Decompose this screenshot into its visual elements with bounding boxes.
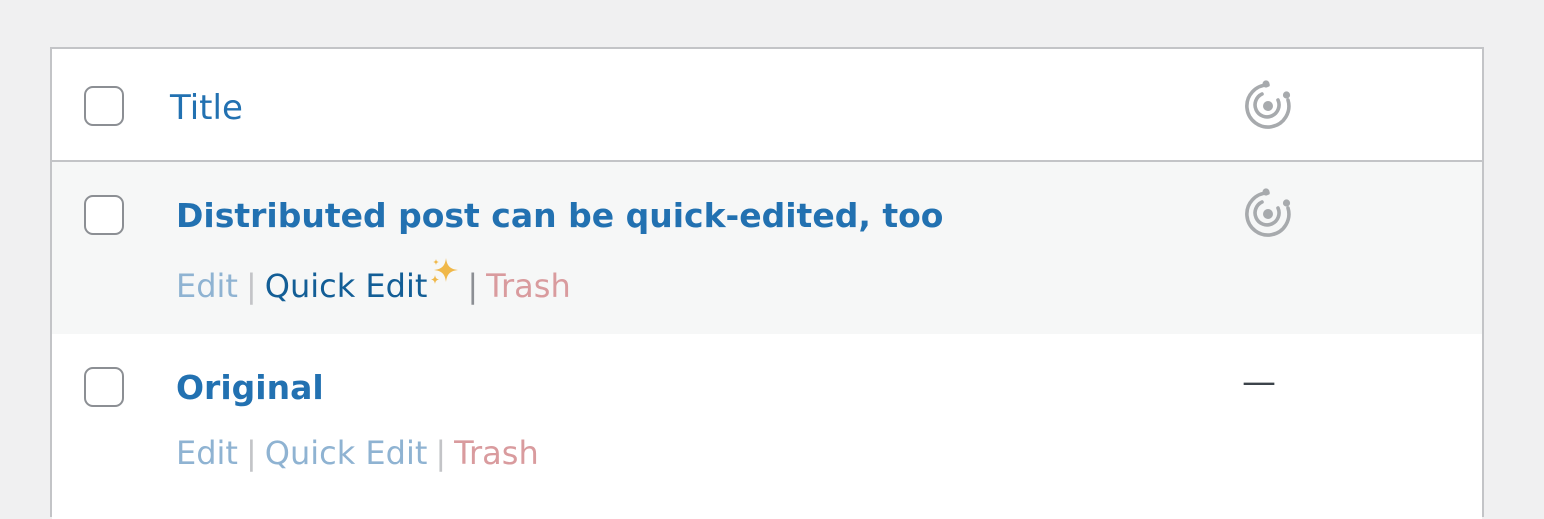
no-distribution-status: — [1242, 362, 1276, 402]
edit-link[interactable]: Edit [176, 267, 238, 305]
sparkles-icon [431, 258, 459, 284]
trash-link[interactable]: Trash [486, 267, 571, 305]
trash-link[interactable]: Trash [454, 434, 539, 472]
table-row: Original Edit | Quick Edit | Trash — [52, 334, 1482, 519]
table-row: Distributed post can be quick-edited, to… [52, 162, 1482, 334]
post-title-link[interactable]: Original [176, 364, 324, 412]
posts-table: Title Distributed post can be quick-edit… [50, 47, 1484, 519]
distributor-orbit-icon [1245, 80, 1291, 129]
action-separator: | [435, 434, 447, 472]
title-column-header[interactable]: Title [170, 84, 243, 132]
quick-edit-link[interactable]: Quick Edit [265, 434, 428, 472]
row-actions: Edit | Quick Edit | Trash [176, 258, 571, 310]
table-header-row: Title [52, 49, 1482, 162]
action-separator: | [245, 267, 257, 305]
quick-edit-link[interactable]: Quick Edit [265, 267, 428, 305]
action-separator: | [467, 267, 479, 305]
row-actions: Edit | Quick Edit | Trash [176, 429, 539, 477]
action-separator: | [245, 434, 257, 472]
post-title-link[interactable]: Distributed post can be quick-edited, to… [176, 192, 943, 240]
row-checkbox[interactable] [84, 367, 124, 407]
edit-link[interactable]: Edit [176, 434, 238, 472]
row-checkbox[interactable] [84, 195, 124, 235]
distributor-orbit-icon [1245, 188, 1291, 237]
select-all-checkbox[interactable] [84, 86, 124, 126]
